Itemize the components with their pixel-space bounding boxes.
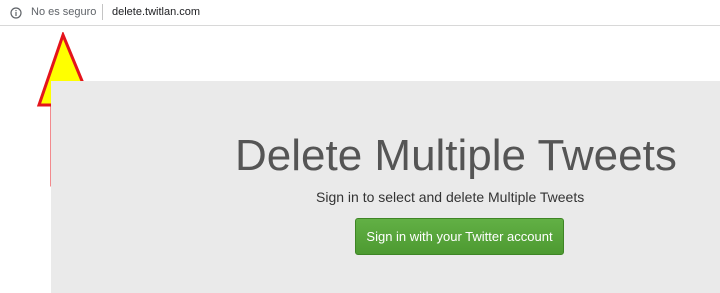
info-circle-icon[interactable] (10, 6, 22, 19)
page-title: Delete Multiple Tweets (235, 131, 677, 180)
address-bar[interactable]: No es seguro delete.twitlan.com (0, 0, 720, 26)
page-subtitle: Sign in to select and delete Multiple Tw… (316, 189, 585, 205)
url-divider (102, 4, 103, 20)
hero-section: Delete Multiple Tweets Sign in to select… (51, 81, 720, 293)
twitter-signin-button[interactable]: Sign in with your Twitter account (355, 218, 564, 255)
page: No es seguro delete.twitlan.com Delete M… (0, 0, 720, 293)
url-text[interactable]: delete.twitlan.com (112, 5, 200, 19)
security-status-label[interactable]: No es seguro (31, 5, 96, 19)
